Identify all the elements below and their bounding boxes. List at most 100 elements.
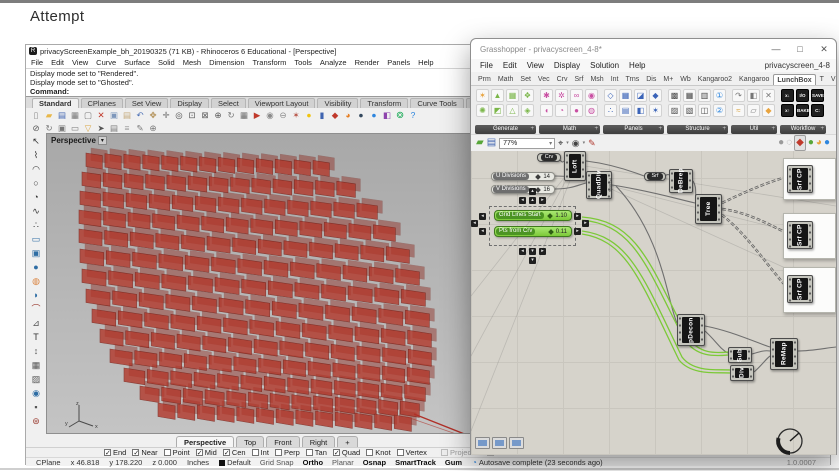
side-tool-icon[interactable]: ◍ [29,275,43,288]
chevron-down-icon[interactable]: ▾ [566,140,569,146]
node-sub[interactable]: Sub [728,347,752,363]
slider-grip[interactable] [535,174,541,180]
group-handle[interactable]: ▸ [539,248,546,255]
toolbar-icon[interactable]: ▤ [56,109,68,121]
group-handle[interactable]: ▸ [539,197,546,204]
grasshopper-menu-item[interactable]: Display [554,61,580,70]
toolbar-icon[interactable]: ? [407,109,419,121]
toolbar-icon[interactable]: ⊕ [147,122,159,134]
grasshopper-menu-item[interactable]: View [527,61,544,70]
status-layer[interactable]: Default [219,458,251,467]
preview-eye-icon[interactable]: ◉ [572,136,580,150]
node-pts-slider-selected[interactable]: Pts from Crv 0.11 [494,226,572,237]
toolbar-tab[interactable]: Transform [360,98,408,108]
node-srf-cp-2[interactable]: Srf CP [787,221,813,249]
toolbar-icon[interactable]: ● [355,109,367,121]
layers-icon[interactable]: ≈ [732,104,745,117]
toolbar-icon[interactable]: ▦ [69,109,81,121]
toolbar-icon[interactable]: ✥ [147,109,159,121]
half-grid-icon[interactable]: ◧ [634,104,647,117]
toolbar-icon[interactable]: ✛ [160,109,172,121]
checkbox-icon[interactable] [397,449,404,456]
slider-grip[interactable] [548,229,554,235]
ribbon-group-label[interactable]: Util [731,125,777,134]
toolbar-tab[interactable]: Curve Tools [410,98,463,108]
node-crv-param[interactable]: Crv [537,153,561,162]
category-tab[interactable]: Msh [587,74,606,85]
side-tool-icon[interactable]: ▪ [29,401,43,414]
toolbar-tab[interactable]: Viewport Layout [248,98,316,108]
checkbox-icon[interactable] [366,449,373,456]
sketch-pencil-icon[interactable]: ✎ [588,136,596,150]
rhino-menu-item[interactable]: Curve [96,58,116,67]
toolbar-icon[interactable]: ● [303,109,315,121]
ribbon-group-label[interactable]: Panels [603,125,664,134]
weave-b-icon[interactable]: ▧ [683,104,696,117]
toolbar-icon[interactable]: ▰ [43,109,55,121]
rhino-menu-item[interactable]: Analyze [320,58,347,67]
toolbar-icon[interactable]: ✕ [95,109,107,121]
side-tool-icon[interactable]: T [29,331,43,344]
node-debrep[interactable]: DeBrep [669,169,693,193]
save-icon[interactable]: SAVE [811,89,824,102]
toolbar-icon[interactable]: ⊘ [30,122,42,134]
toolbar-icon[interactable]: ▽ [82,122,94,134]
toolbar-icon[interactable]: ✎ [134,122,146,134]
side-tool-icon[interactable]: ◗ [29,289,43,302]
ring-icon[interactable]: ◉ [585,89,598,102]
frame-a-icon[interactable]: ▥ [698,89,711,102]
rhino-menu-item[interactable]: Surface [124,58,150,67]
window-button[interactable]: — [764,39,788,59]
toolbar-tab[interactable]: Visibility [317,98,358,108]
status-pane-toggle[interactable]: Planar [332,458,354,467]
chain-icon[interactable]: ∞ [570,89,583,102]
group-handle[interactable]: ◂ [479,228,486,235]
node-div[interactable]: Div [730,365,754,381]
osnap-toggle[interactable]: Int [252,448,269,457]
checkbox-icon[interactable] [164,449,171,456]
shaded-preview-icon[interactable]: ◆ [794,135,806,151]
category-tab[interactable]: V [828,74,839,85]
side-tool-icon[interactable]: ⊿ [29,317,43,330]
toolbar-icon[interactable]: ✶ [290,109,302,121]
category-tab[interactable]: Math [495,74,517,85]
blob-icon[interactable]: ● [570,104,583,117]
grasshopper-canvas[interactable]: Crv Loft U Divisions 14 V Divisions 16 Q… [471,151,836,455]
category-tab[interactable]: Wb [677,74,694,85]
side-tool-icon[interactable]: ⌇ [29,149,43,162]
checkbox-icon[interactable] [306,449,313,456]
star-grid-icon[interactable]: ◆ [649,89,662,102]
quad-panel-icon[interactable]: ❖ [521,89,534,102]
document-preview-icon[interactable]: ● [824,136,830,150]
gear-b-icon[interactable]: ✲ [555,89,568,102]
osnap-toggle[interactable]: Vertex [397,448,427,457]
grasshopper-menu-item[interactable]: File [480,61,493,70]
viewport-label[interactable]: Perspective ▾ [51,136,107,145]
group-handle[interactable]: ◂ [519,197,526,204]
side-tool-icon[interactable]: ◠ [29,163,43,176]
toolbar-icon[interactable]: ⊕ [212,109,224,121]
toolbar-tab[interactable]: Set View [125,98,168,108]
status-pane-toggle[interactable]: SmartTrack [395,458,436,467]
triangle-outline-icon[interactable]: △ [506,104,519,117]
rebuild-icon[interactable]: ↷ [732,89,745,102]
slider-grip[interactable] [535,187,541,193]
side-tool-icon[interactable]: ◔ [29,191,43,204]
osnap-toggle[interactable]: Quad [333,448,360,457]
checkbox-icon[interactable] [333,449,340,456]
excel-read-icon[interactable]: x↓ [781,89,794,102]
category-tab[interactable]: Vec [535,74,553,85]
rhino-menu-item[interactable]: Transform [253,58,287,67]
side-tool-icon[interactable]: ▭ [29,233,43,246]
toolbar-tab[interactable]: Select [211,98,246,108]
side-tool-icon[interactable]: ▦ [29,359,43,372]
row-grid-icon[interactable]: ▤ [619,104,632,117]
rhino-menu-item[interactable]: Render [355,58,380,67]
osnap-toggle[interactable]: Tan [306,448,327,457]
category-tab[interactable]: Set [517,74,534,85]
toolbar-icon[interactable]: ◉ [264,109,276,121]
checkbox-icon[interactable] [196,449,203,456]
toolbar-icon[interactable]: ▮ [316,109,328,121]
toolbar-icon[interactable]: ➤ [95,122,107,134]
group-handle[interactable]: ▸ [574,228,581,235]
